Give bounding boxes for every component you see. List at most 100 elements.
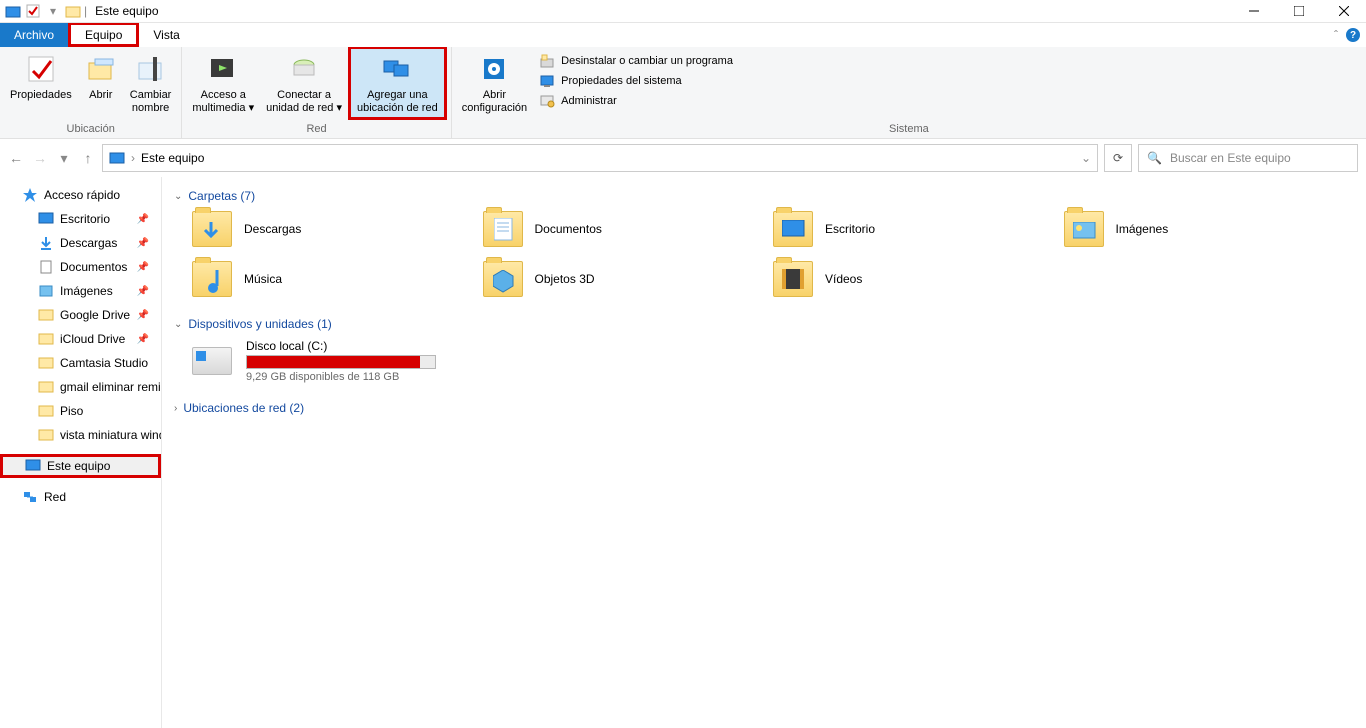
drive-c[interactable]: Disco local (C:) 9,29 GB disponibles de … (192, 339, 1354, 383)
properties-icon (25, 53, 57, 85)
tab-equipo[interactable]: Equipo (68, 23, 139, 47)
address-bar[interactable]: › Este equipo ⌄ (102, 144, 1098, 172)
ribbon-collapse-icon[interactable]: ˆ (1334, 28, 1338, 42)
abrir-configuracion-button[interactable]: Abrir configuración (456, 49, 533, 117)
tree-item-gmail[interactable]: gmail eliminar remi (0, 375, 161, 399)
section-carpetas[interactable]: ⌄ Carpetas (7) (174, 185, 1354, 211)
pc-icon (109, 151, 125, 165)
tree-item-escritorio[interactable]: Escritorio📌 (0, 207, 161, 231)
section-ubicaciones-red[interactable]: › Ubicaciones de red (2) (174, 397, 1354, 423)
forward-button[interactable]: → (32, 150, 48, 166)
qat-properties-icon[interactable] (24, 2, 42, 20)
chevron-down-icon: ⌄ (174, 191, 182, 202)
folder-icon (773, 211, 813, 247)
pin-icon: 📌 (137, 214, 149, 225)
drive-free-text: 9,29 GB disponibles de 118 GB (246, 371, 436, 383)
documents-icon (38, 259, 54, 275)
uninstall-icon (539, 53, 555, 69)
folder-imagenes[interactable]: Imágenes (1064, 211, 1355, 247)
breadcrumb[interactable]: Este equipo (141, 151, 204, 165)
desktop-icon (38, 211, 54, 227)
close-button[interactable] (1321, 0, 1366, 23)
network-icon (22, 489, 38, 505)
search-box[interactable]: 🔍 Buscar en Este equipo (1138, 144, 1358, 172)
propiedades-button[interactable]: Propiedades (4, 49, 78, 104)
qat-dropdown-icon[interactable]: ▾ (44, 2, 62, 20)
tree-item-camtasia[interactable]: Camtasia Studio (0, 351, 161, 375)
folder-videos[interactable]: Vídeos (773, 261, 1064, 297)
folder-icon (192, 211, 232, 247)
pictures-icon (38, 283, 54, 299)
help-icon[interactable]: ? (1346, 28, 1360, 42)
tree-item-vista-miniatura[interactable]: vista miniatura wind (0, 423, 161, 447)
tree-item-google-drive[interactable]: Google Drive📌 (0, 303, 161, 327)
abrir-button[interactable]: Abrir (78, 49, 124, 104)
search-icon: 🔍 (1147, 151, 1162, 165)
rename-icon (135, 53, 167, 85)
folder-icon (38, 307, 54, 323)
folder-icon (38, 331, 54, 347)
ribbon-tabs: Archivo Equipo Vista ˆ ? (0, 23, 1366, 47)
system-properties-icon (539, 73, 555, 89)
minimize-button[interactable] (1231, 0, 1276, 23)
drive-name: Disco local (C:) (246, 339, 436, 353)
tree-item-imagenes[interactable]: Imágenes📌 (0, 279, 161, 303)
tab-vista[interactable]: Vista (139, 23, 193, 47)
pin-icon: 📌 (137, 238, 149, 249)
tree-red[interactable]: Red (0, 485, 161, 509)
folder-icon (483, 211, 523, 247)
manage-icon (539, 93, 555, 109)
nav-tree: Acceso rápido Escritorio📌 Descargas📌 Doc… (0, 177, 162, 728)
pin-icon: 📌 (137, 334, 149, 345)
pin-icon: 📌 (137, 286, 149, 297)
tab-archivo[interactable]: Archivo (0, 23, 68, 47)
map-drive-icon (288, 53, 320, 85)
ribbon-group-label: Sistema (452, 121, 1366, 138)
maximize-button[interactable] (1276, 0, 1321, 23)
propiedades-sistema-button[interactable]: Propiedades del sistema (533, 71, 739, 91)
tree-item-descargas[interactable]: Descargas📌 (0, 231, 161, 255)
folder-icon (38, 355, 54, 371)
system-menu-icon[interactable] (4, 2, 22, 20)
content-pane: ⌄ Carpetas (7) Descargas Documentos Escr… (162, 177, 1366, 728)
conectar-unidad-button[interactable]: Conectar a unidad de red ▾ (260, 49, 348, 117)
folders-grid: Descargas Documentos Escritorio Imágenes… (192, 211, 1354, 297)
section-dispositivos[interactable]: ⌄ Dispositivos y unidades (1) (174, 313, 1354, 339)
tree-item-documentos[interactable]: Documentos📌 (0, 255, 161, 279)
pin-icon: 📌 (137, 262, 149, 273)
agregar-ubicacion-red-button[interactable]: Agregar una ubicación de red (348, 46, 447, 120)
tree-quick-access[interactable]: Acceso rápido (0, 183, 161, 207)
tree-item-piso[interactable]: Piso (0, 399, 161, 423)
folder-icon (38, 403, 54, 419)
back-button[interactable]: ← (8, 150, 24, 166)
acceso-multimedia-button[interactable]: Acceso a multimedia ▾ (186, 49, 260, 117)
address-dropdown-icon[interactable]: ⌄ (1081, 151, 1091, 165)
up-button[interactable]: ↑ (80, 150, 96, 166)
folder-objetos3d[interactable]: Objetos 3D (483, 261, 774, 297)
desinstalar-programa-button[interactable]: Desinstalar o cambiar un programa (533, 51, 739, 71)
ribbon-group-red: Acceso a multimedia ▾ Conectar a unidad … (182, 47, 451, 138)
folder-icon (192, 261, 232, 297)
folder-escritorio[interactable]: Escritorio (773, 211, 1064, 247)
tree-este-equipo[interactable]: Este equipo (0, 454, 161, 478)
settings-icon (478, 53, 510, 85)
tree-item-icloud-drive[interactable]: iCloud Drive📌 (0, 327, 161, 351)
folder-descargas[interactable]: Descargas (192, 211, 483, 247)
ribbon-group-label: Ubicación (0, 121, 181, 138)
ribbon-group-sistema: Abrir configuración Desinstalar o cambia… (452, 47, 1366, 138)
media-access-icon (207, 53, 239, 85)
chevron-right-icon[interactable]: › (131, 151, 135, 165)
folder-documentos[interactable]: Documentos (483, 211, 774, 247)
recent-locations-button[interactable]: ▾ (56, 150, 72, 166)
administrar-button[interactable]: Administrar (533, 91, 739, 111)
title-bar: ▾ | Este equipo (0, 0, 1366, 23)
folder-musica[interactable]: Música (192, 261, 483, 297)
drive-usage-bar (246, 355, 436, 369)
downloads-icon (38, 235, 54, 251)
pin-icon: 📌 (137, 310, 149, 321)
cambiar-nombre-button[interactable]: Cambiar nombre (124, 49, 178, 117)
folder-icon (483, 261, 523, 297)
search-placeholder: Buscar en Este equipo (1170, 151, 1291, 165)
refresh-button[interactable]: ⟳ (1104, 144, 1132, 172)
title-folder-icon (64, 2, 82, 20)
